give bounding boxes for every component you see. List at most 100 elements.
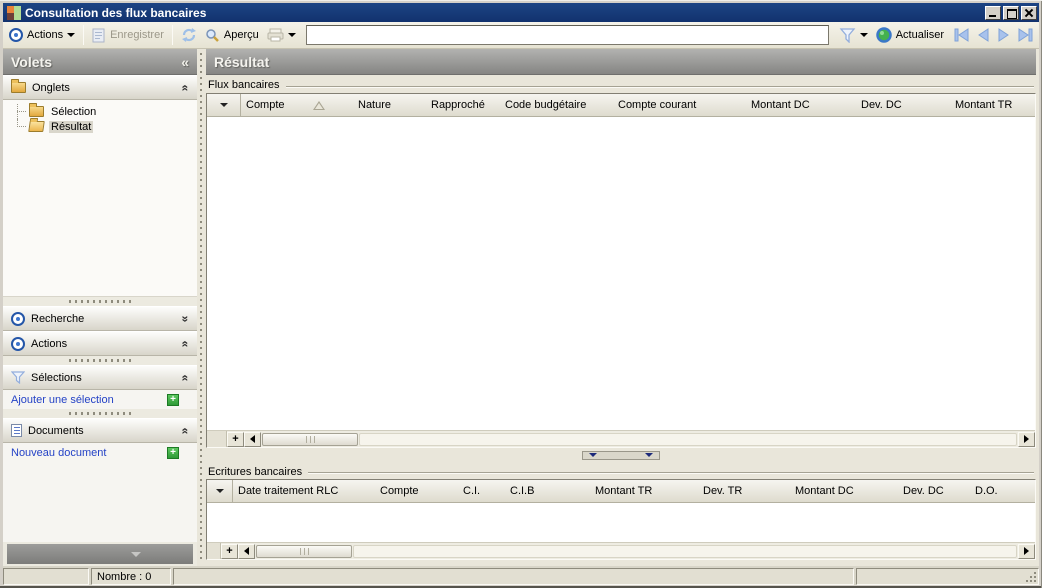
- column-header-compte[interactable]: Compte: [241, 94, 353, 116]
- scrollbar-track[interactable]: [359, 432, 1017, 446]
- refresh-view-button[interactable]: [177, 25, 201, 45]
- previous-record-button[interactable]: [977, 28, 990, 42]
- flux-table-header: Compte Nature Rapproché Code budgétaire …: [207, 94, 1035, 117]
- flux-table: Compte Nature Rapproché Code budgétaire …: [206, 93, 1036, 448]
- new-document-link[interactable]: Nouveau document: [11, 447, 106, 459]
- panel-onglets-header[interactable]: Onglets: [3, 75, 197, 100]
- save-label: Enregistrer: [110, 29, 164, 41]
- sidebar-splitter[interactable]: [3, 297, 197, 306]
- column-header-compte[interactable]: Compte: [375, 480, 458, 502]
- column-header-rapproche[interactable]: Rapproché: [426, 94, 500, 116]
- titlebar: Consultation des flux bancaires: [3, 3, 1039, 22]
- sidebar-splitter[interactable]: [3, 356, 197, 365]
- panel-recherche-header[interactable]: Recherche: [3, 306, 197, 331]
- group-divider: [285, 85, 1034, 88]
- column-header-montant-dc[interactable]: Montant DC: [790, 480, 898, 502]
- resize-grip[interactable]: [1034, 580, 1036, 582]
- close-button[interactable]: [1021, 5, 1037, 20]
- filter-button[interactable]: [835, 26, 872, 45]
- column-header-ci[interactable]: C.I.: [458, 480, 505, 502]
- column-header-do[interactable]: D.O.: [970, 480, 1030, 502]
- column-header-dev-dc[interactable]: Dev. DC: [898, 480, 970, 502]
- tree-item-resultat[interactable]: Résultat: [9, 119, 197, 134]
- first-record-button[interactable]: [954, 28, 970, 42]
- panel-documents-header[interactable]: Documents: [3, 418, 197, 443]
- toolbar-separator: [83, 25, 85, 45]
- toolbar: Actions Enregistrer Aperçu Actualiser: [3, 22, 1039, 49]
- flux-hscrollbar: +: [207, 430, 1035, 447]
- column-header-dev-tr[interactable]: Dev. TR: [698, 480, 790, 502]
- sidebar-filler: [3, 462, 197, 542]
- column-header-montant-tr[interactable]: Montant TR: [950, 94, 1030, 116]
- new-document-plus-button[interactable]: +: [167, 446, 179, 459]
- status-segment: [3, 568, 89, 585]
- tables-splitter-row: [206, 448, 1036, 462]
- printer-icon: [267, 28, 284, 42]
- add-column-button[interactable]: +: [221, 543, 238, 559]
- column-selector-button[interactable]: [207, 94, 241, 116]
- filter-input[interactable]: [305, 25, 829, 45]
- save-button[interactable]: Enregistrer: [88, 26, 168, 45]
- minimize-button[interactable]: [985, 5, 1001, 20]
- funnel-icon: [11, 371, 25, 384]
- chevron-down-icon: [645, 453, 653, 457]
- panel-selections-label: Sélections: [31, 371, 82, 384]
- flux-group-label: Flux bancaires: [208, 79, 280, 91]
- collapsed-panel-bar[interactable]: [7, 544, 193, 564]
- scroll-right-button[interactable]: [1018, 543, 1035, 559]
- panel-selections-header[interactable]: Sélections: [3, 365, 197, 390]
- chevron-up-icon[interactable]: [179, 427, 193, 434]
- tree-item-selection[interactable]: Sélection: [9, 103, 197, 119]
- scroll-left-button[interactable]: [238, 543, 255, 559]
- add-column-button[interactable]: +: [227, 431, 244, 447]
- add-selection-plus-button[interactable]: +: [167, 393, 179, 406]
- chevron-up-icon[interactable]: [179, 340, 193, 347]
- column-header-nature[interactable]: Nature: [353, 94, 426, 116]
- maximize-button[interactable]: [1003, 5, 1019, 20]
- collapse-sidebar-icon[interactable]: [181, 54, 189, 70]
- column-header-compte-courant[interactable]: Compte courant: [613, 94, 746, 116]
- main-title: Résultat: [214, 53, 270, 70]
- actions-label: Actions: [27, 29, 64, 41]
- ecritures-table-body[interactable]: [207, 503, 1035, 542]
- chevron-up-icon[interactable]: [179, 84, 193, 91]
- open-folder-icon: [28, 121, 45, 132]
- main-header: Résultat: [206, 49, 1036, 75]
- scrollbar-gutter: [207, 543, 221, 559]
- actualiser-label: Actualiser: [895, 29, 944, 41]
- scrollbar-thumb[interactable]: [256, 544, 352, 558]
- scrollbar-track[interactable]: [353, 544, 1017, 558]
- column-header-montant-tr[interactable]: Montant TR: [590, 480, 698, 502]
- sidebar-splitter[interactable]: [3, 409, 197, 418]
- chevron-down-icon[interactable]: [179, 315, 193, 322]
- print-button[interactable]: [263, 26, 300, 44]
- ecritures-table: Date traitement RLC Compte C.I. C.I.B Mo…: [206, 479, 1036, 560]
- add-selection-link[interactable]: Ajouter une sélection: [11, 394, 114, 406]
- collapse-splitter-handle[interactable]: [582, 450, 660, 460]
- tree-guide: [9, 104, 29, 119]
- column-header-cib[interactable]: C.I.B: [505, 480, 590, 502]
- panel-recherche-label: Recherche: [31, 312, 85, 325]
- last-record-button[interactable]: [1017, 28, 1033, 42]
- vertical-splitter[interactable]: [197, 49, 204, 566]
- column-selector-button[interactable]: [207, 480, 233, 502]
- actions-icon: [9, 28, 23, 42]
- scrollbar-thumb[interactable]: [262, 432, 358, 446]
- scroll-left-button[interactable]: [244, 431, 261, 447]
- refresh-icon: [181, 28, 196, 42]
- chevron-down-icon: [131, 551, 141, 557]
- next-record-button[interactable]: [997, 28, 1010, 42]
- refresh-data-button[interactable]: Actualiser: [872, 25, 948, 45]
- funnel-icon: [839, 27, 856, 43]
- column-header-code-budgetaire[interactable]: Code budgétaire: [500, 94, 613, 116]
- actions-menu-button[interactable]: Actions: [23, 27, 79, 43]
- panel-actions-header[interactable]: Actions: [3, 331, 197, 356]
- column-header-montant-dc[interactable]: Montant DC: [746, 94, 856, 116]
- flux-table-body[interactable]: [207, 117, 1035, 430]
- column-header-date-traitement[interactable]: Date traitement RLC: [233, 480, 375, 502]
- column-header-dev-dc[interactable]: Dev. DC: [856, 94, 950, 116]
- tree-item-label: Sélection: [51, 105, 97, 118]
- chevron-up-icon[interactable]: [179, 374, 193, 381]
- preview-button[interactable]: Aperçu: [201, 26, 263, 45]
- scroll-right-button[interactable]: [1018, 431, 1035, 447]
